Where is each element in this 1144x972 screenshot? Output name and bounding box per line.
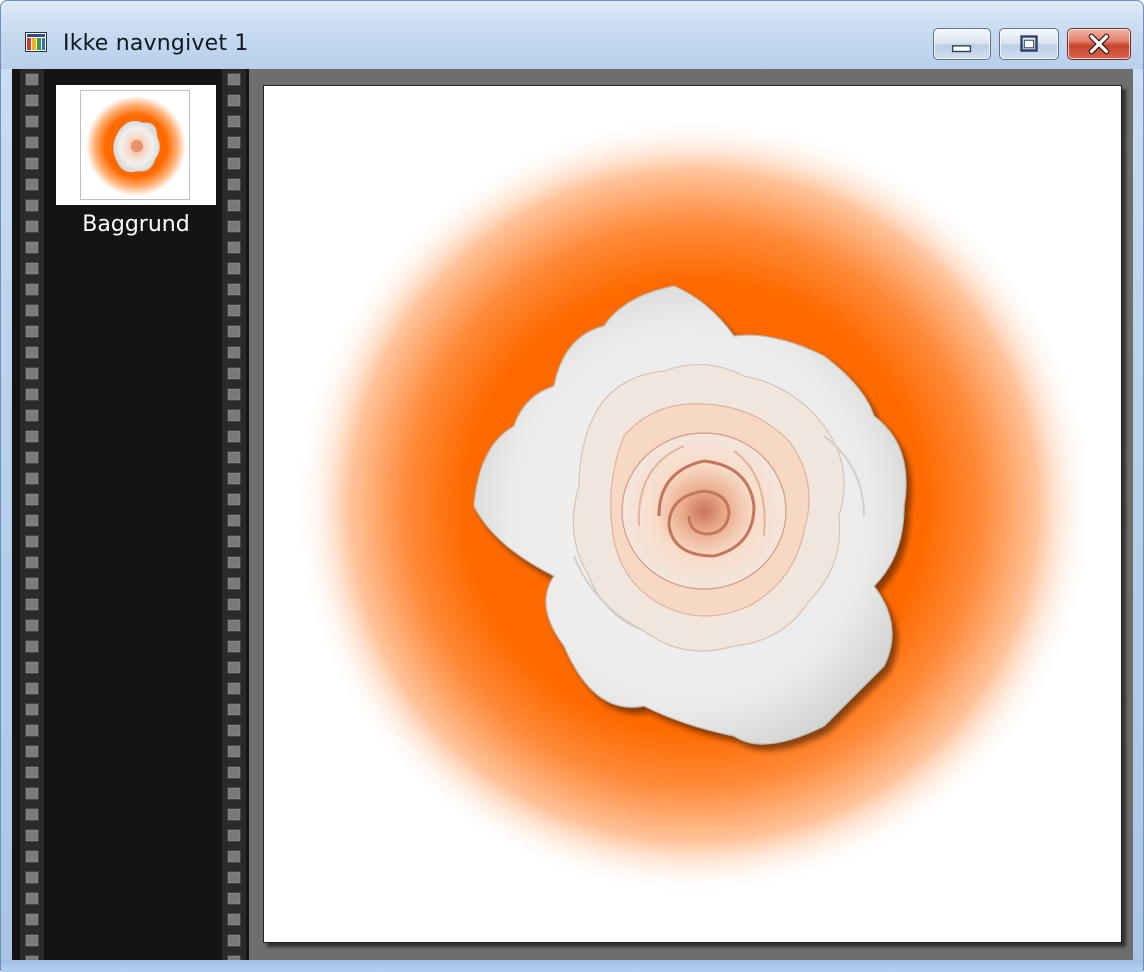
layer-thumbnail-image — [80, 90, 190, 200]
image-canvas[interactable] — [263, 85, 1122, 943]
film-perforations-left — [20, 69, 44, 960]
film-perforations-right — [222, 69, 246, 960]
layer-filmstrip: Baggrund — [12, 69, 249, 960]
layer-thumbnail-baggrund[interactable] — [56, 85, 216, 205]
close-button[interactable] — [1067, 28, 1131, 60]
maximize-button[interactable] — [999, 28, 1059, 60]
document-window: Ikke navngivet 1 Baggrund — [0, 0, 1144, 972]
layer-label: Baggrund — [82, 212, 190, 237]
maximize-icon — [1020, 35, 1038, 52]
image-document-icon — [25, 32, 47, 52]
window-title: Ikke navngivet 1 — [63, 31, 249, 56]
canvas-image — [264, 86, 1121, 942]
title-bar[interactable]: Ikke navngivet 1 — [1, 1, 1143, 69]
minimize-icon — [951, 45, 972, 53]
minimize-button[interactable] — [933, 28, 991, 60]
close-icon — [1088, 33, 1110, 55]
window-bottom-border — [1, 960, 1143, 972]
